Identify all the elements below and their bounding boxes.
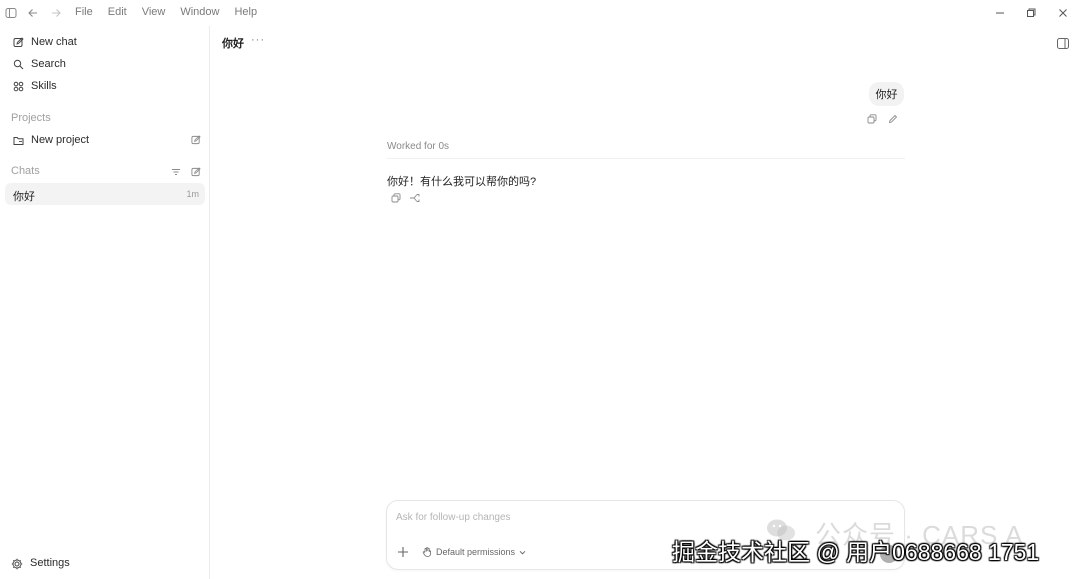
forward-arrow-icon[interactable] [49, 6, 63, 20]
menu-edit[interactable]: Edit [108, 6, 127, 18]
new-chat-edit-icon[interactable] [190, 166, 202, 178]
sidebar-toggle-icon[interactable] [4, 6, 18, 20]
watermark-main: 掘金技术社区 @ 用户0688668 1751 [672, 539, 1040, 565]
branch-icon[interactable] [408, 192, 420, 204]
more-options-icon[interactable]: ··· [251, 34, 265, 46]
chats-section-label: Chats [11, 165, 40, 177]
projects-section-label: Projects [11, 112, 51, 124]
composer-input[interactable]: Ask for follow-up changes [396, 512, 511, 523]
folder-icon [11, 133, 25, 147]
copy-icon[interactable] [390, 192, 402, 204]
skills-label: Skills [31, 80, 57, 92]
filter-icon[interactable] [170, 166, 182, 178]
panel-icon[interactable] [1057, 36, 1069, 49]
sidebar: New chat Search Skills Projects New proj… [0, 26, 210, 579]
new-project-label: New project [31, 134, 90, 146]
search-button[interactable]: Search [6, 53, 204, 75]
menu-file[interactable]: File [75, 6, 93, 18]
copy-icon[interactable] [866, 113, 878, 125]
search-label: Search [31, 58, 66, 70]
back-arrow-icon[interactable] [26, 6, 40, 20]
assistant-message: 你好！有什么我可以帮你的吗? [387, 176, 537, 188]
chat-list-item[interactable]: 你好 1m [5, 183, 205, 205]
search-icon [11, 57, 25, 71]
edit-icon [11, 35, 25, 49]
menu-view[interactable]: View [142, 6, 166, 18]
worked-status[interactable]: Worked for 0s [387, 141, 449, 152]
settings-label: Settings [30, 557, 70, 569]
permissions-dropdown[interactable]: Default permissions [422, 547, 527, 557]
pencil-icon[interactable] [887, 113, 899, 125]
menu-help[interactable]: Help [234, 6, 257, 18]
close-icon[interactable] [1055, 5, 1071, 21]
chat-time: 1m [186, 189, 199, 199]
maximize-icon[interactable] [1023, 5, 1039, 21]
plus-icon[interactable] [397, 545, 409, 557]
user-message-bubble: 你好 [869, 82, 904, 106]
chevron-down-icon [518, 548, 527, 557]
title-bar: File Edit View Window Help [0, 0, 1080, 26]
minimize-icon[interactable] [992, 5, 1008, 21]
settings-gear-icon [11, 557, 24, 570]
hand-icon [422, 547, 432, 557]
menu-bar: File Edit View Window Help [75, 6, 272, 18]
divider [387, 158, 905, 159]
permissions-label: Default permissions [436, 547, 516, 557]
new-project-button[interactable]: New project [6, 129, 204, 151]
page-title: 你好 [222, 38, 244, 50]
menu-window[interactable]: Window [180, 6, 219, 18]
new-chat-button[interactable]: New chat [6, 31, 204, 53]
new-project-edit-icon[interactable] [190, 134, 202, 146]
skills-button[interactable]: Skills [6, 75, 204, 97]
new-chat-label: New chat [31, 36, 77, 48]
settings-button[interactable]: Settings [6, 553, 70, 573]
skills-icon [11, 79, 25, 93]
chat-title: 你好 [13, 191, 35, 203]
